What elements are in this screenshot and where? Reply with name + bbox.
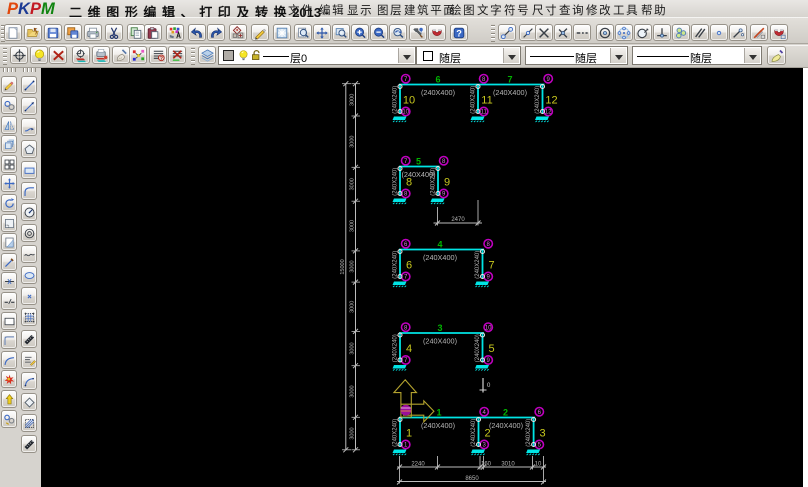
svg-text:3000: 3000 xyxy=(350,94,356,106)
svg-text:12: 12 xyxy=(545,95,557,107)
svg-text:(240X240): (240X240) xyxy=(393,251,399,279)
svg-text:?: ? xyxy=(456,28,462,38)
svg-text:12: 12 xyxy=(545,110,552,116)
svg-text:3000: 3000 xyxy=(350,385,356,397)
svg-text:2240: 2240 xyxy=(411,462,425,468)
svg-text:3010: 3010 xyxy=(501,462,515,468)
svg-text:3000: 3000 xyxy=(350,136,356,148)
svg-text:15000: 15000 xyxy=(340,259,346,274)
svg-text:2: 2 xyxy=(503,408,508,418)
svg-text:3000: 3000 xyxy=(350,220,356,232)
svg-text:(240X240): (240X240) xyxy=(393,334,399,362)
svg-text:(240X400): (240X400) xyxy=(421,421,455,430)
svg-text:(240X240): (240X240) xyxy=(393,419,399,447)
svg-text:10: 10 xyxy=(535,462,542,468)
svg-text:10: 10 xyxy=(402,110,409,116)
svg-text:9: 9 xyxy=(444,177,450,189)
svg-text:7: 7 xyxy=(488,260,494,272)
svg-text:(240X400): (240X400) xyxy=(489,421,523,430)
svg-text:10: 10 xyxy=(403,95,415,107)
svg-text:3000: 3000 xyxy=(350,301,356,313)
svg-text:(240X240): (240X240) xyxy=(475,334,481,362)
svg-text:(240X240): (240X240) xyxy=(535,86,541,114)
svg-text:(240X400): (240X400) xyxy=(493,88,527,97)
svg-text:2470: 2470 xyxy=(451,217,465,223)
svg-text:(240X240): (240X240) xyxy=(471,86,477,114)
svg-text:(240X400): (240X400) xyxy=(401,170,435,179)
svg-text:7: 7 xyxy=(507,75,512,85)
svg-text:5: 5 xyxy=(416,157,421,167)
svg-text:(240X240): (240X240) xyxy=(393,86,399,114)
svg-text:4: 4 xyxy=(437,240,442,250)
svg-text:1: 1 xyxy=(406,428,412,440)
svg-text:3000: 3000 xyxy=(350,342,356,354)
svg-text:160: 160 xyxy=(481,462,492,468)
svg-text:(240X240): (240X240) xyxy=(471,419,477,447)
svg-text:(240X400): (240X400) xyxy=(421,88,455,97)
svg-text:1: 1 xyxy=(436,408,441,418)
svg-text:8650: 8650 xyxy=(465,476,479,482)
svg-text:6: 6 xyxy=(406,260,412,272)
svg-text:6: 6 xyxy=(435,75,440,85)
svg-text:3000: 3000 xyxy=(350,260,356,272)
svg-text:(240X400): (240X400) xyxy=(423,336,457,345)
svg-text:11: 11 xyxy=(481,95,492,107)
svg-text:3000: 3000 xyxy=(350,427,356,439)
svg-text:3000: 3000 xyxy=(350,178,356,190)
svg-text:3: 3 xyxy=(540,428,546,440)
svg-text:(240X400): (240X400) xyxy=(423,253,457,262)
svg-text:(240X240): (240X240) xyxy=(526,419,532,447)
svg-text:4: 4 xyxy=(406,343,412,355)
svg-text:5: 5 xyxy=(488,343,494,355)
svg-text:(240X240): (240X240) xyxy=(475,251,481,279)
svg-text:11: 11 xyxy=(481,110,488,116)
svg-text:(240X240): (240X240) xyxy=(393,168,399,196)
svg-text:?: ? xyxy=(159,56,163,62)
svg-text:10: 10 xyxy=(485,325,492,331)
svg-text:3: 3 xyxy=(437,323,442,333)
